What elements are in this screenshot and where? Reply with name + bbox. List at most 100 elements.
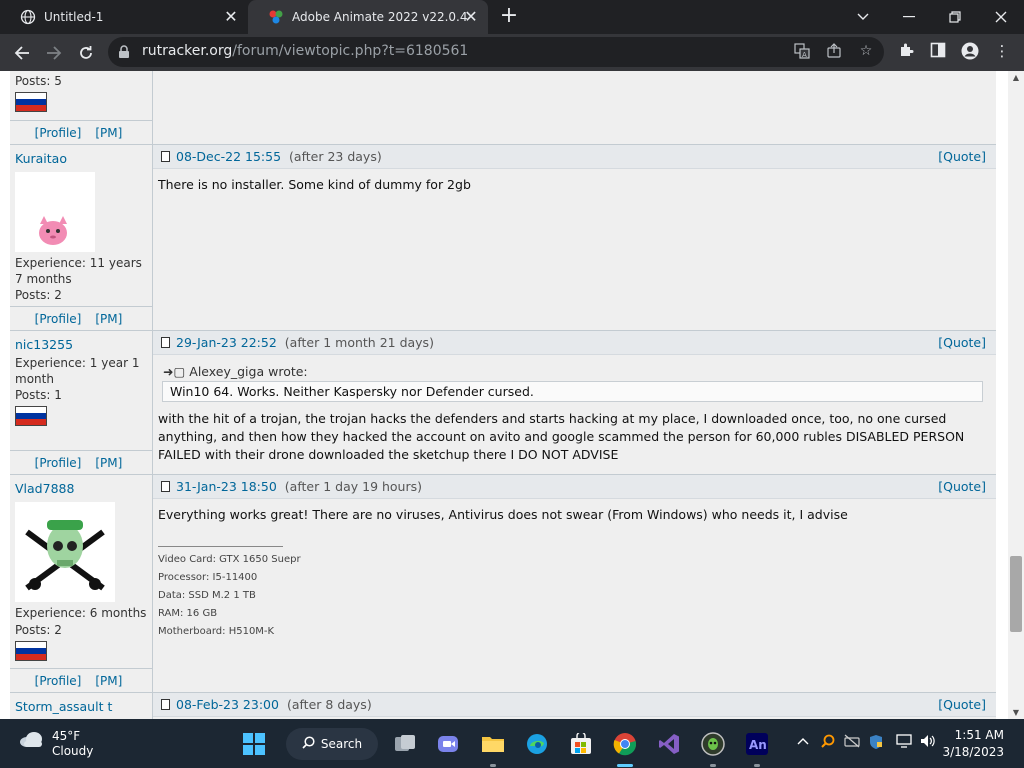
post-author-column: Kuraitao Experience: 11 years 7 months P… — [10, 145, 153, 330]
post-content: 08-Dec-22 15:55 (after 23 days) [Quote] … — [153, 145, 996, 330]
forum-topic: Posts: 5 [Profile] [PM] Kuraitao Experie… — [10, 71, 996, 719]
username-link[interactable]: nic13255 — [10, 331, 152, 355]
search-tray-icon[interactable] — [818, 734, 838, 752]
lock-icon[interactable] — [118, 44, 130, 63]
profile-link[interactable]: [Profile] — [35, 456, 82, 470]
tab-untitled[interactable]: Untitled-1 ✕ — [0, 0, 248, 34]
page-scrollbar[interactable]: ▲ ▼ — [1008, 71, 1024, 719]
tray-chevron-icon[interactable] — [793, 734, 813, 749]
post-author-column: nic13255 Experience: 1 year 1 month Post… — [10, 331, 153, 474]
profile-avatar-icon[interactable] — [960, 42, 980, 62]
forum-post: Kuraitao Experience: 11 years 7 months P… — [10, 145, 996, 331]
tab-title: Untitled-1 — [44, 10, 104, 24]
quote-button[interactable]: [Quote] — [938, 479, 986, 494]
username-link[interactable]: Storm_assault t — [10, 693, 152, 717]
system-clock[interactable]: 1:51 AM 3/18/2023 — [942, 727, 1004, 761]
chrome-icon[interactable] — [609, 728, 641, 760]
microsoft-store-icon[interactable] — [565, 728, 597, 760]
profile-link[interactable]: [Profile] — [35, 312, 82, 326]
scrollbar-thumb[interactable] — [1010, 556, 1022, 632]
quote-button[interactable]: [Quote] — [938, 697, 986, 712]
close-window-icon[interactable] — [978, 0, 1024, 34]
close-tab-icon[interactable]: ✕ — [222, 8, 240, 26]
app-alien-icon[interactable] — [697, 728, 729, 760]
browser-toolbar: rutracker.org/forum/viewtopic.php?t=6180… — [0, 34, 1024, 71]
extensions-icon[interactable] — [896, 42, 916, 62]
post-date-link[interactable]: 08-Dec-22 15:55 — [176, 149, 281, 164]
user-posts: Posts: 5 — [15, 74, 62, 88]
signature-line: Data: SSD M.2 1 TB — [158, 590, 256, 601]
taskbar-search-button[interactable]: Search — [286, 728, 378, 760]
svg-text:A: A — [802, 51, 807, 59]
scroll-down-arrow-icon[interactable]: ▼ — [1011, 708, 1021, 717]
file-explorer-icon[interactable] — [477, 728, 509, 760]
username-link[interactable]: Kuraitao — [10, 145, 152, 169]
close-tab-icon[interactable]: ✕ — [462, 8, 480, 26]
new-tab-button[interactable]: + — [498, 5, 520, 27]
restore-icon[interactable] — [932, 0, 978, 34]
scroll-up-arrow-icon[interactable]: ▲ — [1011, 73, 1021, 82]
post-author-column: Vlad7888 Experience: 6 months Posts: 2 [… — [10, 475, 153, 692]
display-icon[interactable] — [894, 734, 914, 752]
weather-widget[interactable]: 45°F Cloudy — [18, 729, 93, 759]
bookmark-star-icon[interactable]: ☆ — [856, 43, 876, 61]
running-indicator — [754, 764, 760, 767]
forum-post: Posts: 5 [Profile] [PM] — [10, 71, 996, 145]
back-icon[interactable] — [9, 40, 35, 66]
pm-link[interactable]: [PM] — [95, 674, 122, 688]
tab-adobe-animate[interactable]: Adobe Animate 2022 v22.0.4.185 ✕ — [248, 0, 488, 34]
quote-button[interactable]: [Quote] — [938, 149, 986, 164]
signature-line: RAM: 16 GB — [158, 608, 218, 619]
task-view-icon[interactable] — [389, 728, 421, 760]
edge-icon[interactable] — [521, 728, 553, 760]
windows-start-icon[interactable] — [238, 728, 270, 760]
pm-link[interactable]: [PM] — [95, 126, 122, 140]
globe-icon — [20, 9, 36, 25]
post-body: Everything works great! There are no vir… — [158, 507, 848, 522]
forum-post: Vlad7888 Experience: 6 months Posts: 2 [… — [10, 475, 996, 693]
volume-icon[interactable] — [918, 734, 938, 752]
network-disconnected-icon[interactable] — [842, 734, 862, 752]
forward-icon[interactable] — [41, 40, 67, 66]
pm-link[interactable]: [PM] — [95, 456, 122, 470]
quote-button[interactable]: [Quote] — [938, 335, 986, 350]
security-shield-icon[interactable] — [866, 734, 886, 754]
torrent-favicon-icon — [268, 9, 284, 25]
post-content: 29-Jan-23 22:52 (after 1 month 21 days) … — [153, 331, 996, 474]
minimize-icon[interactable] — [886, 0, 932, 34]
post-content: 31-Jan-23 18:50 (after 1 day 19 hours) [… — [153, 475, 996, 692]
menu-kebab-icon[interactable]: ⋮ — [992, 42, 1012, 62]
tab-search-icon[interactable] — [840, 0, 886, 34]
post-date-link[interactable]: 29-Jan-23 22:52 — [176, 335, 277, 350]
cloud-icon — [18, 729, 44, 759]
running-indicator — [490, 764, 496, 767]
post-body: There is no installer. Some kind of dumm… — [158, 177, 471, 192]
reload-icon[interactable] — [73, 40, 99, 66]
user-links: [Profile] [PM] — [10, 120, 153, 144]
post-header: 08-Dec-22 15:55 (after 23 days) [Quote] — [153, 145, 996, 169]
profile-link[interactable]: [Profile] — [35, 674, 82, 688]
translate-icon[interactable]: A — [792, 43, 812, 61]
russia-flag-icon — [15, 406, 47, 426]
post-date-link[interactable]: 31-Jan-23 18:50 — [176, 479, 277, 494]
post-icon — [161, 151, 170, 162]
adobe-animate-icon[interactable]: An — [741, 728, 773, 760]
share-icon[interactable] — [824, 43, 844, 61]
post-content: 08-Feb-23 23:00 (after 8 days) [Quote] — [153, 693, 996, 719]
post-icon — [161, 337, 170, 348]
user-links: [Profile] [PM] — [10, 306, 153, 330]
address-bar[interactable]: rutracker.org/forum/viewtopic.php?t=6180… — [108, 37, 884, 67]
post-author-column: Posts: 5 [Profile] [PM] — [10, 71, 153, 144]
visual-studio-icon[interactable] — [653, 728, 685, 760]
windows-taskbar: 45°F Cloudy Search An 1:51 AM 3/18/2023 — [0, 719, 1024, 768]
user-links: [Profile] [PM] — [10, 668, 153, 692]
profile-link[interactable]: [Profile] — [35, 126, 82, 140]
username-link[interactable]: Vlad7888 — [10, 475, 152, 499]
quote-box: Win10 64. Works. Neither Kaspersky nor D… — [162, 381, 983, 402]
signature-line: Processor: I5-11400 — [158, 572, 258, 583]
teams-chat-icon[interactable] — [432, 728, 464, 760]
post-date-link[interactable]: 08-Feb-23 23:00 — [176, 697, 279, 712]
pm-link[interactable]: [PM] — [95, 312, 122, 326]
side-panel-icon[interactable] — [928, 42, 948, 62]
post-header: 29-Jan-23 22:52 (after 1 month 21 days) … — [153, 331, 996, 355]
